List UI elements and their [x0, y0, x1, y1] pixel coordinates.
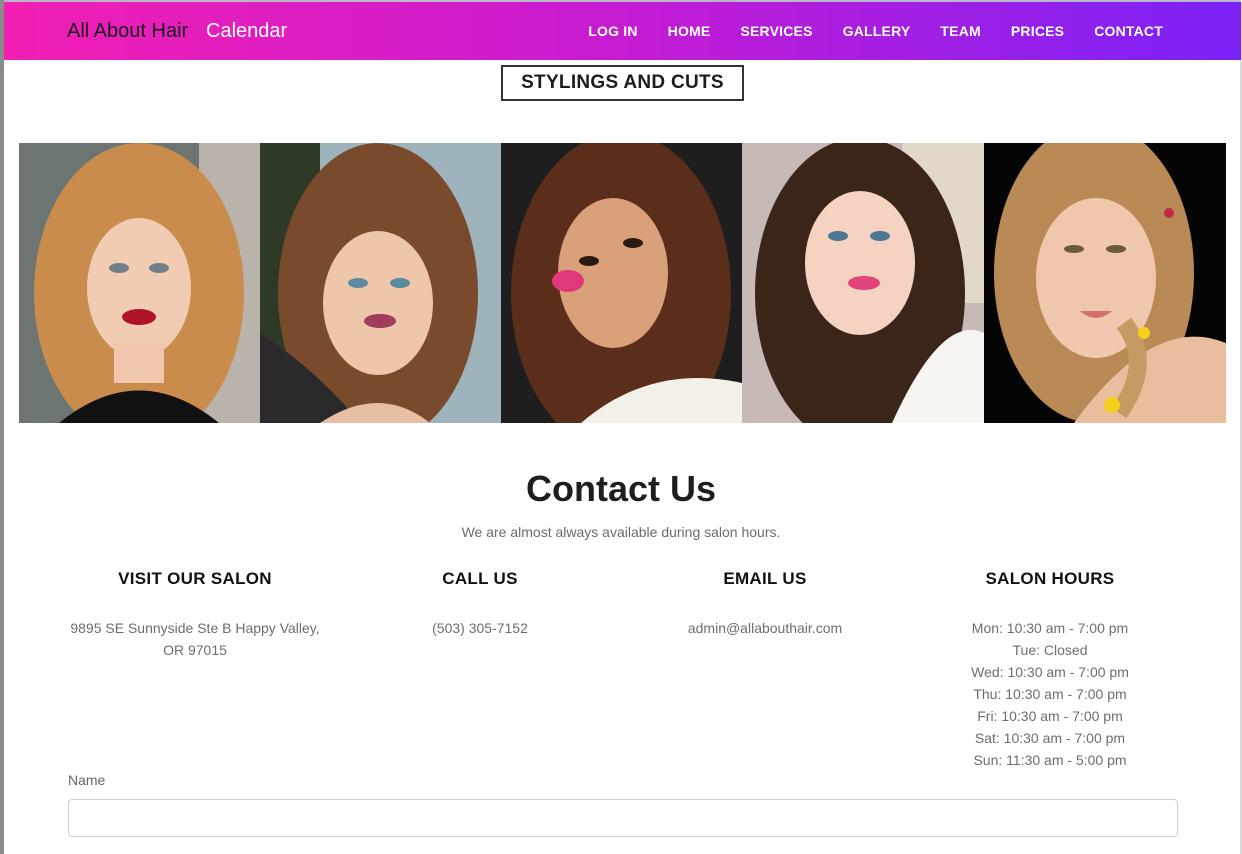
gallery-photo-2[interactable]	[260, 143, 501, 423]
hours-tuesday: Tue: Closed	[1012, 642, 1088, 658]
salon-hours-heading: SALON HOURS	[985, 569, 1115, 588]
hours-thursday: Thu: 10:30 am - 7:00 pm	[973, 686, 1127, 702]
contact-title: Contact Us	[525, 468, 717, 509]
top-navbar: All About Hair Calendar LOG IN HOME SERV…	[4, 2, 1241, 60]
portrait-image	[260, 143, 501, 423]
brand-link[interactable]: All About Hair	[67, 20, 188, 43]
address-line-2: OR 97015	[163, 642, 227, 658]
portrait-image	[984, 143, 1226, 423]
gallery-photo-1[interactable]	[19, 143, 260, 423]
contact-subtitle: We are almost always available during sa…	[461, 524, 781, 540]
call-us-heading: CALL US	[442, 569, 518, 588]
nav-prices[interactable]: PRICES	[1011, 23, 1064, 39]
calendar-link[interactable]: Calendar	[206, 20, 287, 43]
nav-home[interactable]: HOME	[668, 23, 711, 39]
email-us-heading: EMAIL US	[723, 569, 807, 588]
photo-gallery	[19, 143, 1226, 423]
email-address[interactable]: admin@allabouthair.com	[625, 617, 905, 639]
hours-saturday: Sat: 10:30 am - 7:00 pm	[974, 730, 1126, 746]
name-input[interactable]	[68, 799, 1178, 837]
salon-address: 9895 SE Sunnyside Ste B Happy Valley, OR…	[55, 617, 335, 661]
nav-contact[interactable]: CONTACT	[1094, 23, 1163, 39]
nav-team[interactable]: TEAM	[940, 23, 980, 39]
name-label: Name	[68, 772, 106, 788]
hours-monday: Mon: 10:30 am - 7:00 pm	[971, 620, 1129, 636]
hours-friday: Fri: 10:30 am - 7:00 pm	[977, 708, 1123, 724]
phone-number[interactable]: (503) 305-7152	[340, 617, 620, 639]
hours-sunday: Sun: 11:30 am - 5:00 pm	[973, 752, 1127, 768]
hours-list: Mon: 10:30 am - 7:00 pm Tue: Closed Wed:…	[910, 617, 1190, 771]
portrait-image	[742, 143, 984, 423]
address-line-1: 9895 SE Sunnyside Ste B Happy Valley,	[70, 620, 320, 636]
hours-wednesday: Wed: 10:30 am - 7:00 pm	[971, 664, 1129, 680]
window-left-border	[0, 0, 4, 854]
portrait-image	[501, 143, 742, 423]
portrait-image	[19, 143, 260, 423]
call-us-column: CALL US (503) 305-7152	[340, 569, 620, 639]
nav-links: LOG IN HOME SERVICES GALLERY TEAM PRICES…	[558, 23, 1163, 39]
visit-salon-column: VISIT OUR SALON 9895 SE Sunnyside Ste B …	[55, 569, 335, 661]
nav-login[interactable]: LOG IN	[588, 23, 637, 39]
gallery-photo-3[interactable]	[501, 143, 742, 423]
salon-hours-column: SALON HOURS Mon: 10:30 am - 7:00 pm Tue:…	[910, 569, 1190, 771]
gallery-photo-4[interactable]	[742, 143, 984, 423]
gallery-photo-5[interactable]	[984, 143, 1226, 423]
nav-services[interactable]: SERVICES	[740, 23, 812, 39]
gallery-section-title: STYLINGS AND CUTS	[501, 65, 744, 101]
email-us-column: EMAIL US admin@allabouthair.com	[625, 569, 905, 639]
visit-salon-heading: VISIT OUR SALON	[118, 569, 272, 588]
nav-gallery[interactable]: GALLERY	[843, 23, 911, 39]
